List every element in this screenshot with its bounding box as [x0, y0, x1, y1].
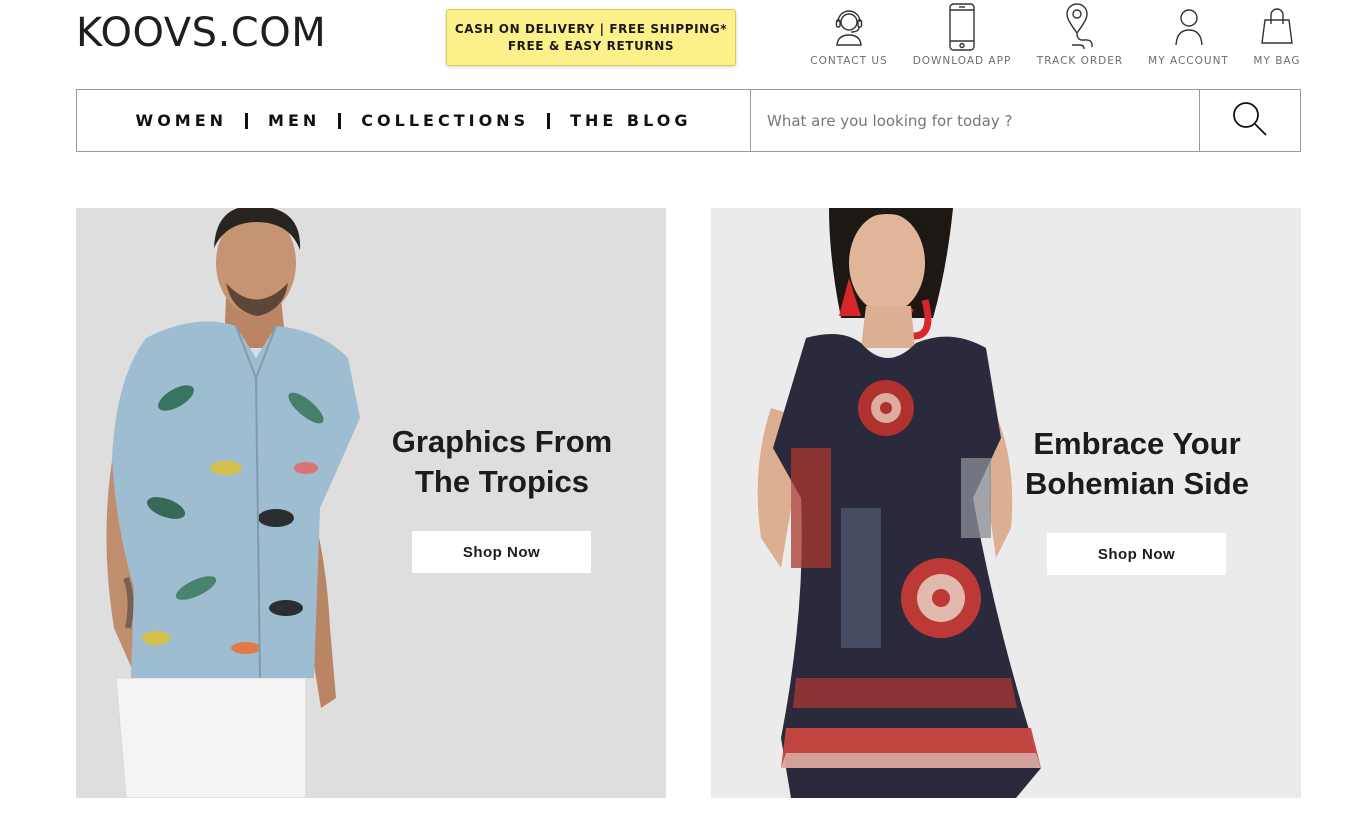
- smartphone-icon: [947, 2, 977, 52]
- utility-label: MY BAG: [1253, 55, 1301, 67]
- model-photo: [757, 208, 1041, 798]
- promo-line-2: FREE & EASY RETURNS: [507, 38, 675, 53]
- search-icon: [1231, 100, 1269, 142]
- nav-men[interactable]: MEN: [268, 111, 320, 130]
- my-bag-link[interactable]: MY BAG: [1253, 2, 1301, 67]
- site-logo[interactable]: KOOVS.COM: [76, 12, 326, 54]
- utility-label: DOWNLOAD APP: [912, 55, 1012, 67]
- category-nav: WOMEN MEN COLLECTIONS THE BLOG: [77, 90, 751, 151]
- banner-title-line-2: Bohemian Side: [1025, 466, 1249, 501]
- nav-women[interactable]: WOMEN: [136, 111, 228, 130]
- utility-label: TRACK ORDER: [1036, 55, 1124, 67]
- nav-divider: [245, 112, 249, 129]
- download-app-link[interactable]: DOWNLOAD APP: [912, 2, 1012, 67]
- shop-now-button[interactable]: Shop Now: [1047, 533, 1226, 575]
- model-photo: [106, 208, 360, 798]
- promo-line-1: CASH ON DELIVERY | FREE SHIPPING*: [454, 21, 728, 36]
- search-button[interactable]: [1199, 90, 1300, 151]
- utility-label: MY ACCOUNT: [1148, 55, 1229, 67]
- headset-icon: [829, 2, 869, 52]
- promo-banner-tropics[interactable]: Graphics From The Tropics Shop Now: [76, 208, 666, 798]
- main-nav-bar: WOMEN MEN COLLECTIONS THE BLOG: [76, 89, 1301, 152]
- shop-now-button[interactable]: Shop Now: [412, 531, 591, 573]
- user-icon: [1172, 2, 1206, 52]
- utility-label: CONTACT US: [810, 55, 888, 67]
- nav-collections[interactable]: COLLECTIONS: [361, 111, 529, 130]
- search-input[interactable]: [751, 90, 1199, 151]
- track-order-link[interactable]: TRACK ORDER: [1036, 2, 1124, 67]
- promo-banner-bohemian[interactable]: Embrace Your Bohemian Side Shop Now: [711, 208, 1301, 798]
- banner-title: Graphics From The Tropics: [376, 422, 628, 502]
- my-account-link[interactable]: MY ACCOUNT: [1148, 2, 1229, 67]
- promo-banner: CASH ON DELIVERY | FREE SHIPPING* FREE &…: [446, 9, 736, 66]
- contact-us-link[interactable]: CONTACT US: [810, 2, 888, 67]
- shopping-bag-icon: [1260, 2, 1294, 52]
- nav-the-blog[interactable]: THE BLOG: [570, 111, 691, 130]
- banner-title: Embrace Your Bohemian Side: [1009, 424, 1265, 504]
- nav-divider: [338, 112, 342, 129]
- banner-title-line-2: The Tropics: [415, 464, 589, 499]
- banner-title-line-1: Graphics From: [391, 424, 613, 459]
- location-pin-icon: [1064, 2, 1096, 52]
- banner-title-line-1: Embrace Your: [1033, 426, 1241, 461]
- nav-divider: [547, 112, 551, 129]
